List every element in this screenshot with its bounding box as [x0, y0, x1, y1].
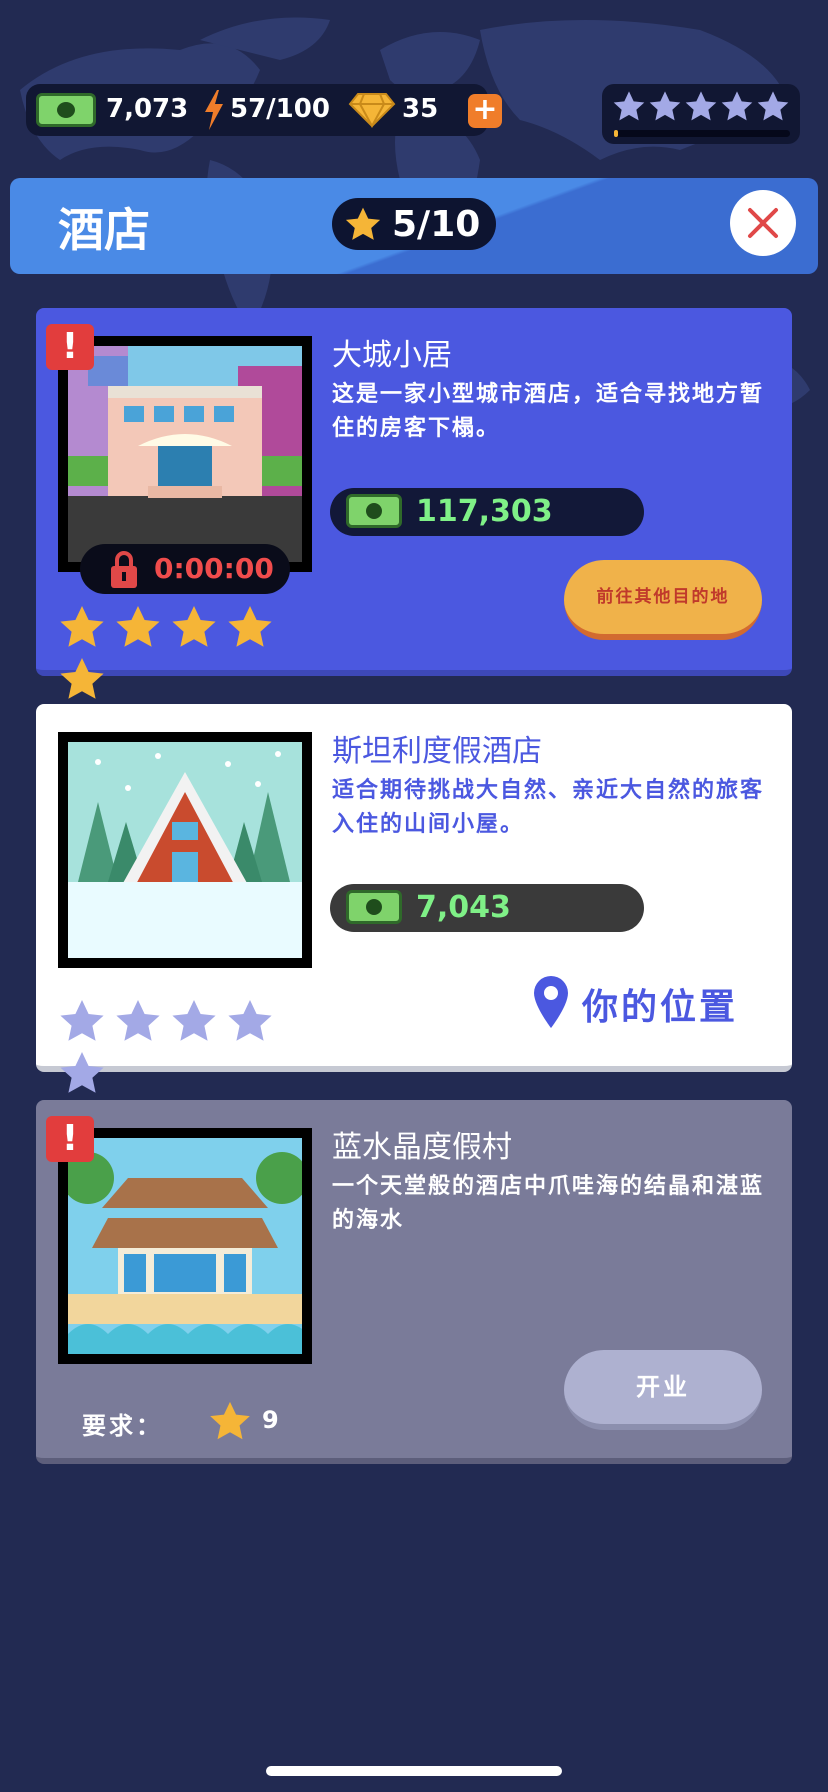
- lock-icon: [111, 551, 137, 588]
- hotel-card-blue-crystal[interactable]: ! 蓝水晶度假村 一个天堂般的酒店中爪哇海的结晶和湛蓝的海水 开业 要求： 9: [36, 1100, 792, 1464]
- go-to-destination-button[interactable]: 前往其他目的地: [564, 560, 762, 640]
- currency-bar: 7,073 57/100 35 +: [26, 84, 502, 136]
- rating-star-icon: [613, 91, 645, 121]
- star-icon: [345, 207, 381, 240]
- close-icon: [748, 208, 778, 238]
- open-hotel-button[interactable]: 开业: [564, 1350, 762, 1430]
- rating-star-icon: [685, 91, 717, 121]
- alert-icon: !: [46, 1116, 94, 1162]
- hotel-description: 适合期待挑战大自然、亲近大自然的旅客入住的山间小屋。: [332, 778, 765, 837]
- energy-icon: [205, 90, 223, 130]
- star-progress-badge: 5/10: [332, 198, 496, 250]
- price-text: 117,303: [416, 494, 553, 529]
- requirement-stars: 9: [262, 1406, 279, 1434]
- home-indicator: [266, 1766, 562, 1776]
- rating-star-icon: [649, 91, 681, 121]
- location-pin-icon: [534, 976, 568, 1028]
- star-progress-text: 5/10: [392, 204, 481, 245]
- gem-amount: 35: [402, 94, 439, 124]
- rating-progress-bar: [614, 130, 790, 137]
- hotel-price: 7,043: [330, 884, 644, 932]
- star-empty-icon: [60, 1000, 104, 1041]
- timer-text: 0:00:00: [154, 552, 274, 585]
- cash-icon: [346, 494, 402, 528]
- hotel-price: 117,303: [330, 488, 644, 536]
- star-filled-icon: [60, 658, 104, 699]
- star-empty-icon: [228, 1000, 272, 1041]
- rating-star-icon: [757, 91, 789, 121]
- requirement: 要求： 9: [82, 1400, 282, 1444]
- energy-amount: 57/100: [230, 94, 330, 124]
- hotel-card-city[interactable]: ! 0:00:00 大城小居 这是一家小型城市酒店，适合寻找地方暂住的房客下榻。…: [36, 308, 792, 699]
- cash-icon: [346, 890, 402, 924]
- page-title: 酒店: [58, 203, 150, 257]
- hotel-image: [58, 336, 312, 572]
- header-bar: 酒店 5/10: [10, 178, 818, 274]
- hotel-name: 斯坦利度假酒店: [332, 734, 542, 769]
- star-filled-icon: [172, 606, 216, 647]
- star-empty-icon: [172, 1000, 216, 1041]
- hotel-stars: [58, 604, 318, 699]
- hotel-name: 大城小居: [332, 338, 452, 373]
- star-empty-icon: [116, 1000, 160, 1041]
- star-filled-icon: [116, 606, 160, 647]
- add-gems-button[interactable]: +: [468, 94, 502, 128]
- star-filled-icon: [60, 606, 104, 647]
- gem-icon: [348, 93, 396, 128]
- hotel-stars: [58, 998, 318, 1093]
- hotel-description: 一个天堂般的酒店中爪哇海的结晶和湛蓝的海水: [332, 1174, 765, 1233]
- hotel-name: 蓝水晶度假村: [332, 1130, 512, 1165]
- location-label: 你的位置: [582, 987, 739, 1028]
- hotel-description: 这是一家小型城市酒店，适合寻找地方暂住的房客下榻。: [332, 382, 765, 441]
- hotel-image: [58, 732, 312, 968]
- rating-progress-fill: [614, 130, 618, 137]
- close-button[interactable]: [730, 190, 796, 256]
- star-filled-icon: [228, 606, 272, 647]
- requirement-label: 要求：: [82, 1412, 163, 1440]
- star-icon: [210, 1401, 250, 1440]
- rating-star-icon: [721, 91, 753, 121]
- cash-icon: [36, 93, 96, 127]
- hotel-card-stanley[interactable]: 斯坦利度假酒店 适合期待挑战大自然、亲近大自然的旅客入住的山间小屋。 7,043…: [36, 704, 792, 1093]
- player-rating: [602, 84, 800, 144]
- hotel-image: [58, 1128, 312, 1364]
- price-text: 7,043: [416, 890, 511, 925]
- alert-icon: !: [46, 324, 94, 370]
- cash-amount: 7,073: [106, 94, 189, 124]
- lock-timer: 0:00:00: [80, 544, 290, 594]
- your-location-indicator: 你的位置: [532, 974, 752, 1030]
- star-empty-icon: [60, 1052, 104, 1093]
